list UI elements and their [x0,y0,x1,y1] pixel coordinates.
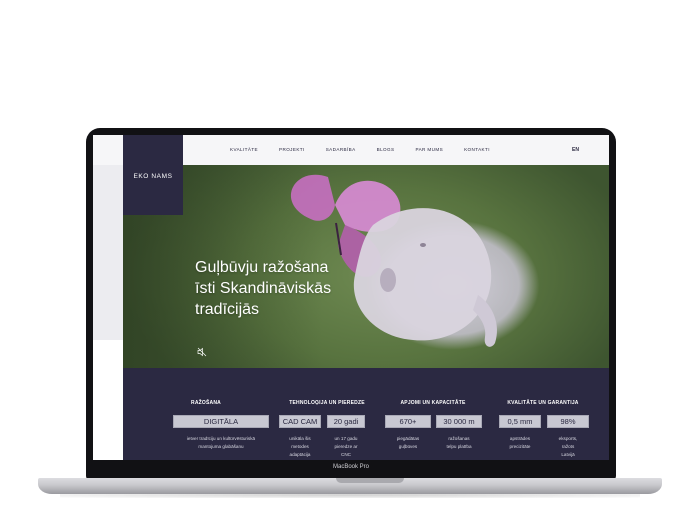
stat-value-box: 670+ [385,415,431,428]
stat-description-line: un 17 gadu [334,436,358,441]
stat-description: eksports, ražots Latvijā [547,435,589,459]
nav-item-kvalitate[interactable]: KVALITĀTE [230,147,258,152]
stat-description-line: ražots [561,444,575,449]
stat-value-box: 20 gadi [327,415,365,428]
stat-description-line: ietver tradīciju un kultūrvēsturiskā [186,436,256,441]
nav-item-sadarbiba[interactable]: SADARBĪBA [326,147,356,152]
stat-description-line: CNC [341,452,351,457]
laptop-notch [336,478,404,483]
left-side-panel [93,165,123,368]
stat-description-line: telpu platība [446,444,472,449]
stat-title: TEHNOLOĢIJA UN PIEREDZE [289,400,365,406]
stat-value-box: 30 000 m [436,415,482,428]
stat-description-line: mantojuma glabāšanu [198,444,244,449]
stat-description-line: ražošanas [448,436,470,441]
nav-item-projekti[interactable]: PROJEKTI [279,147,305,152]
hero-title-line: Guļbūvju ražošana [195,259,329,276]
mute-icon[interactable] [197,347,207,357]
stat-description: ražošanas telpu platība [436,435,482,451]
stat-description-line: eksports, [558,436,578,441]
stat-description-line: unikāla šis [289,436,311,441]
hero-title-line: tradīcijās [195,301,260,318]
laptop-chin: MacBook Pro [93,460,609,478]
main-navigation: KVALITĀTE PROJEKTI SADARBĪBA BLOGS PAR M… [230,147,511,152]
logo[interactable]: EKO NAMS [123,135,183,215]
stat-title: APJOMI UN KAPACITĀTE [400,400,466,406]
stat-title: KVALITĀTE UN GARANTIJA [507,400,579,406]
stats-section: RAŽOŠANA DIGITĀLA ietver tradīciju un ku… [123,368,609,460]
stat-description-line: pieredze ar [334,444,358,449]
hero-video[interactable]: Guļbūvju ražošana īsti Skandināviskās tr… [123,165,609,368]
stat-description-line: adaptācija [289,452,311,457]
stat-description-line: guļbūves [398,444,418,449]
stat-description-line: metodes [291,444,309,449]
laptop-screen: KVALITĀTE PROJEKTI SADARBĪBA BLOGS PAR M… [93,135,609,460]
model-label: MacBook Pro [332,464,369,470]
stat-description: apstrādes precizitāte [499,435,541,451]
logo-text: EKO NAMS [133,173,173,180]
stat-value-box: DIGITĀLA [173,415,269,428]
side-panel-bottom [93,340,123,370]
stat-value-box: CAD CAM [279,415,321,428]
stat-description: ietver tradīciju un kultūrvēsturiskā man… [171,435,271,451]
hero-title: Guļbūvju ražošana īsti Skandināviskās tr… [195,257,331,320]
nav-item-par-mums[interactable]: PAR MUMS [415,147,443,152]
stat-description-line: precizitāte [509,444,531,449]
stat-value-box: 98% [547,415,589,428]
stat-description: piegādātas guļbūves [385,435,431,451]
stat-description-line: Latvijā [561,452,575,457]
nav-item-kontakti[interactable]: KONTAKTI [464,147,490,152]
hero-title-line: īsti Skandināviskās [195,280,332,297]
stat-description: unikāla šis metodes adaptācija [279,435,321,459]
laptop-base [38,478,662,494]
stat-description: un 17 gadu pieredze ar CNC [327,435,365,459]
stat-value-box: 0,5 mm [499,415,541,428]
stat-description-line: apstrādes [509,436,531,441]
language-switch[interactable]: EN [572,147,579,153]
stat-title: RAŽOŠANA [191,400,221,406]
stat-description-line: piegādātas [396,436,420,441]
nav-item-blogs[interactable]: BLOGS [377,147,395,152]
